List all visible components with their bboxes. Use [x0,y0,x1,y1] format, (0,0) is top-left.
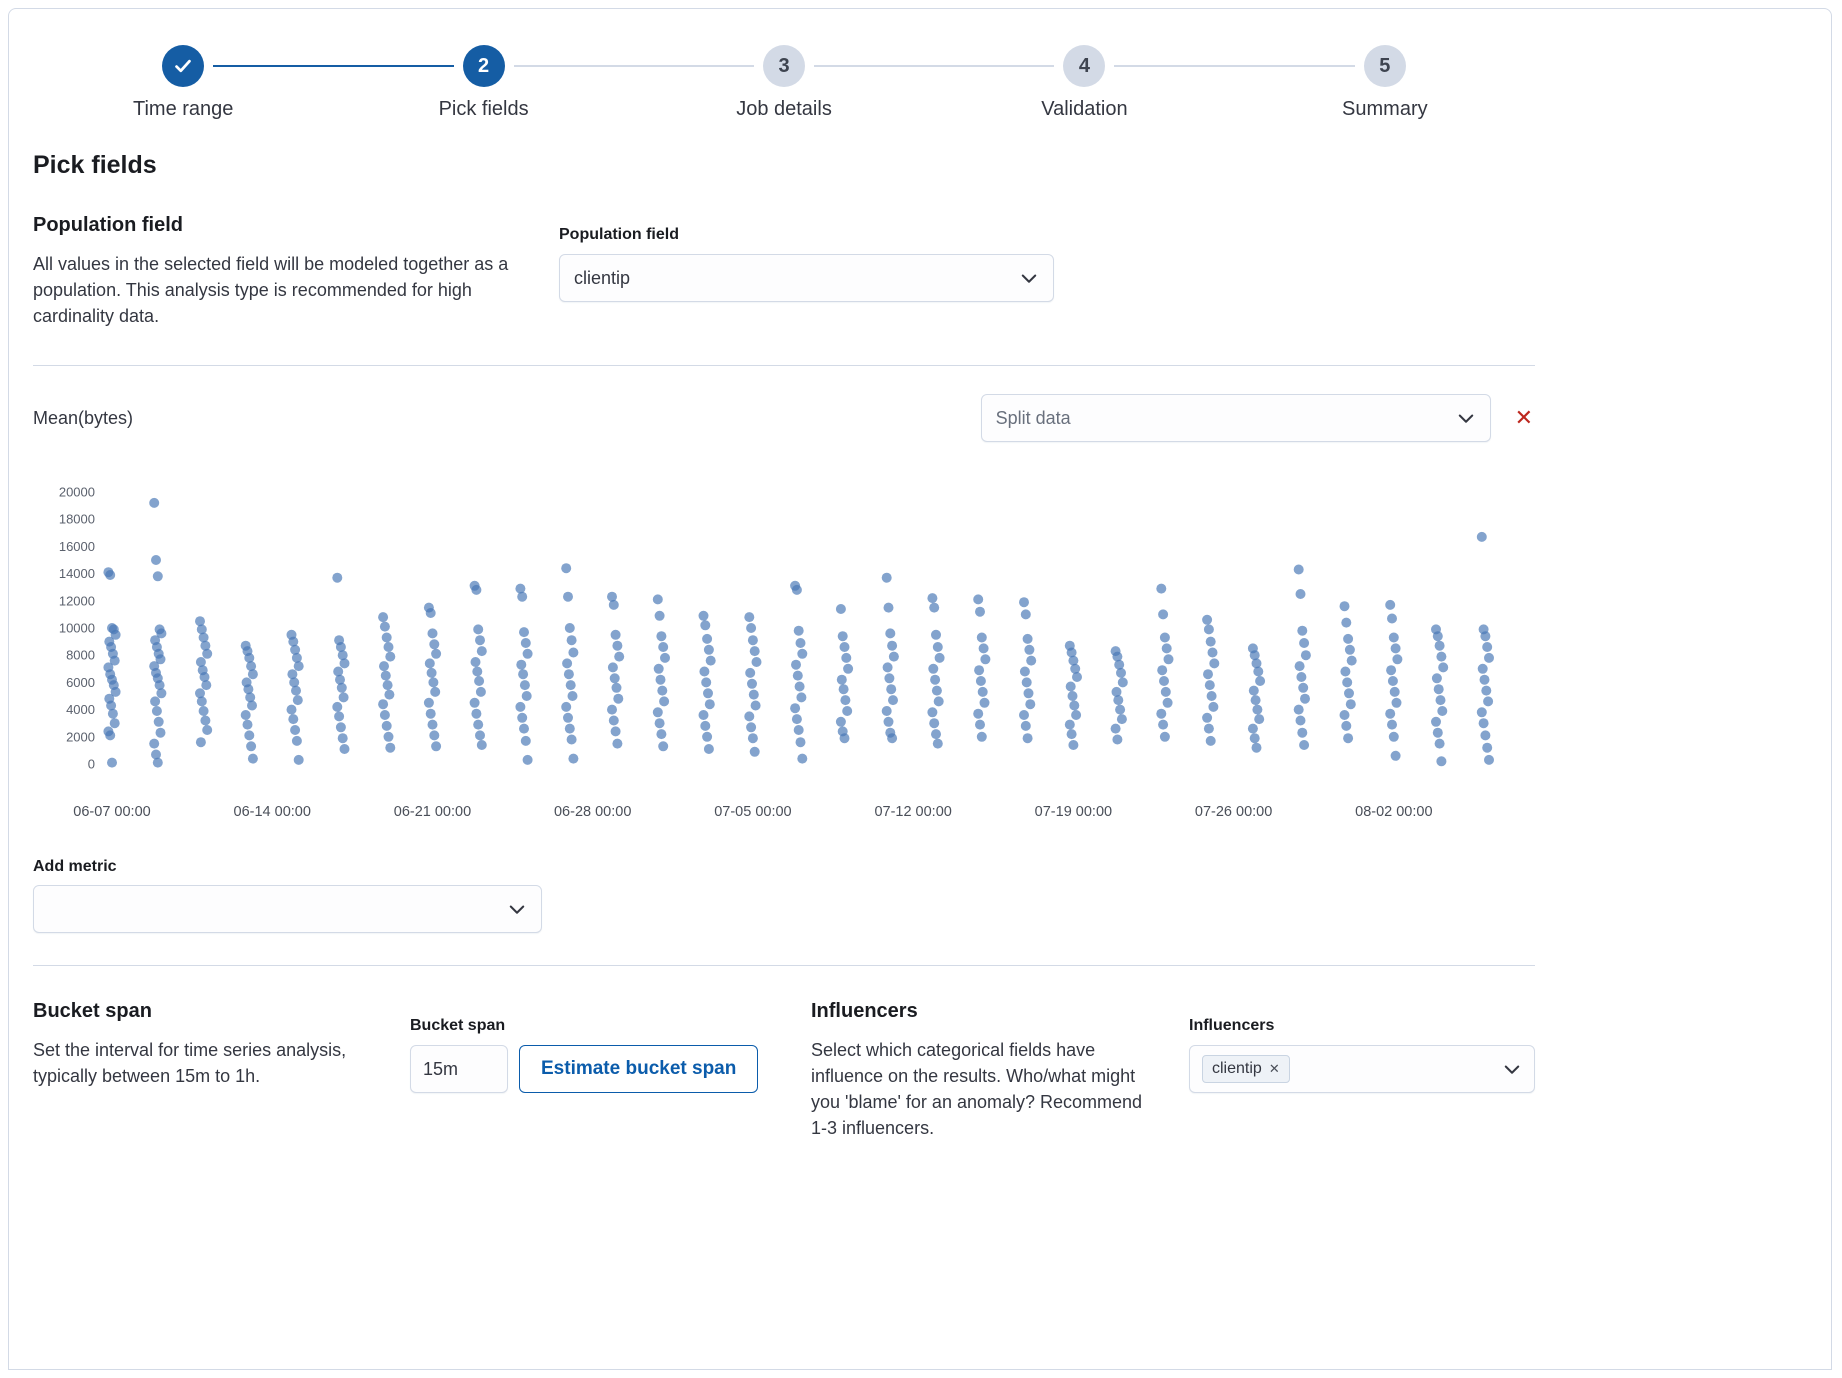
divider [33,965,1535,966]
influencers-select-label: Influencers [1189,1017,1535,1035]
influencer-pill-label: clientip [1212,1060,1262,1078]
chevron-down-icon [1456,408,1476,428]
influencers-heading: Influencers [811,1000,1163,1023]
step-3-label: Job details [736,98,832,121]
step-5-circle[interactable]: 5 [1364,45,1406,87]
metric-title: Mean(bytes) [33,408,133,429]
svg-text:07-12 00:00: 07-12 00:00 [874,804,951,820]
step-job-details[interactable]: 3 Job details [634,45,934,121]
svg-text:6000: 6000 [66,675,95,690]
step-3-circle[interactable]: 3 [763,45,805,87]
svg-text:0: 0 [88,757,95,772]
bucket-span-description: Set the interval for time series analysi… [33,1037,363,1089]
svg-text:4000: 4000 [66,702,95,717]
svg-text:06-21 00:00: 06-21 00:00 [394,804,471,820]
svg-text:08-02 00:00: 08-02 00:00 [1355,804,1432,820]
split-data-select[interactable]: Split data [981,394,1491,442]
step-pick-fields[interactable]: 2 Pick fields [333,45,633,121]
step-1-label: Time range [133,98,233,121]
chevron-down-icon [507,899,527,919]
divider [33,365,1535,366]
svg-text:20000: 20000 [59,485,95,500]
svg-text:07-05 00:00: 07-05 00:00 [714,804,791,820]
population-scatter-chart: 0 2000 4000 6000 8000 10000 12000 14000 16000 180… [33,464,1535,844]
step-1-circle[interactable] [162,45,204,87]
chevron-down-icon [1019,268,1039,288]
split-data-placeholder: Split data [996,408,1071,429]
svg-text:8000: 8000 [66,648,95,663]
bottom-section: Bucket span Set the interval for time se… [33,1000,1535,1141]
wizard-stepper: Time range 2 Pick fields 3 Job details 4… [33,45,1535,121]
chevron-down-icon [1502,1059,1522,1079]
influencer-pill: clientip ✕ [1202,1055,1290,1083]
add-metric-section: Add metric [33,858,1535,933]
step-5-label: Summary [1342,98,1428,121]
step-2-circle[interactable]: 2 [463,45,505,87]
remove-metric-button[interactable]: ✕ [1513,405,1535,431]
population-field-value: clientip [574,268,630,289]
step-time-range[interactable]: Time range [33,45,333,121]
step-4-label: Validation [1041,98,1127,121]
step-2-label: Pick fields [439,98,529,121]
svg-text:07-19 00:00: 07-19 00:00 [1035,804,1112,820]
svg-text:10000: 10000 [59,621,95,636]
step-validation[interactable]: 4 Validation [934,45,1234,121]
svg-text:14000: 14000 [59,566,95,581]
step-4-circle[interactable]: 4 [1063,45,1105,87]
population-heading: Population field [33,214,533,237]
svg-text:2000: 2000 [66,729,95,744]
svg-text:16000: 16000 [59,539,95,554]
population-field-label: Population field [559,226,1054,244]
estimate-bucket-span-button[interactable]: Estimate bucket span [519,1045,758,1093]
bucket-span-heading: Bucket span [33,1000,363,1023]
svg-text:06-07 00:00: 06-07 00:00 [73,804,150,820]
step-summary[interactable]: 5 Summary [1235,45,1535,121]
metric-card: Mean(bytes) Split data ✕ 0 2000 4000 6000 80… [33,394,1535,844]
population-field-select[interactable]: clientip [559,254,1054,302]
svg-text:12000: 12000 [59,593,95,608]
remove-influencer-icon[interactable]: ✕ [1269,1061,1280,1077]
check-icon [172,55,194,77]
svg-text:07-26 00:00: 07-26 00:00 [1195,804,1272,820]
svg-text:06-14 00:00: 06-14 00:00 [234,804,311,820]
svg-text:06-28 00:00: 06-28 00:00 [554,804,631,820]
bucket-span-input-label: Bucket span [410,1017,760,1035]
population-section: Population field All values in the selec… [33,214,1535,329]
wizard-panel: Time range 2 Pick fields 3 Job details 4… [8,8,1832,1370]
bucket-span-input[interactable] [410,1045,508,1093]
influencers-description: Select which categorical fields have inf… [811,1037,1163,1141]
add-metric-select[interactable] [33,885,542,933]
add-metric-label: Add metric [33,858,1535,876]
svg-text:18000: 18000 [59,512,95,527]
influencers-combobox[interactable]: clientip ✕ [1189,1045,1535,1093]
population-description: All values in the selected field will be… [33,251,533,329]
page-title: Pick fields [33,151,1535,180]
